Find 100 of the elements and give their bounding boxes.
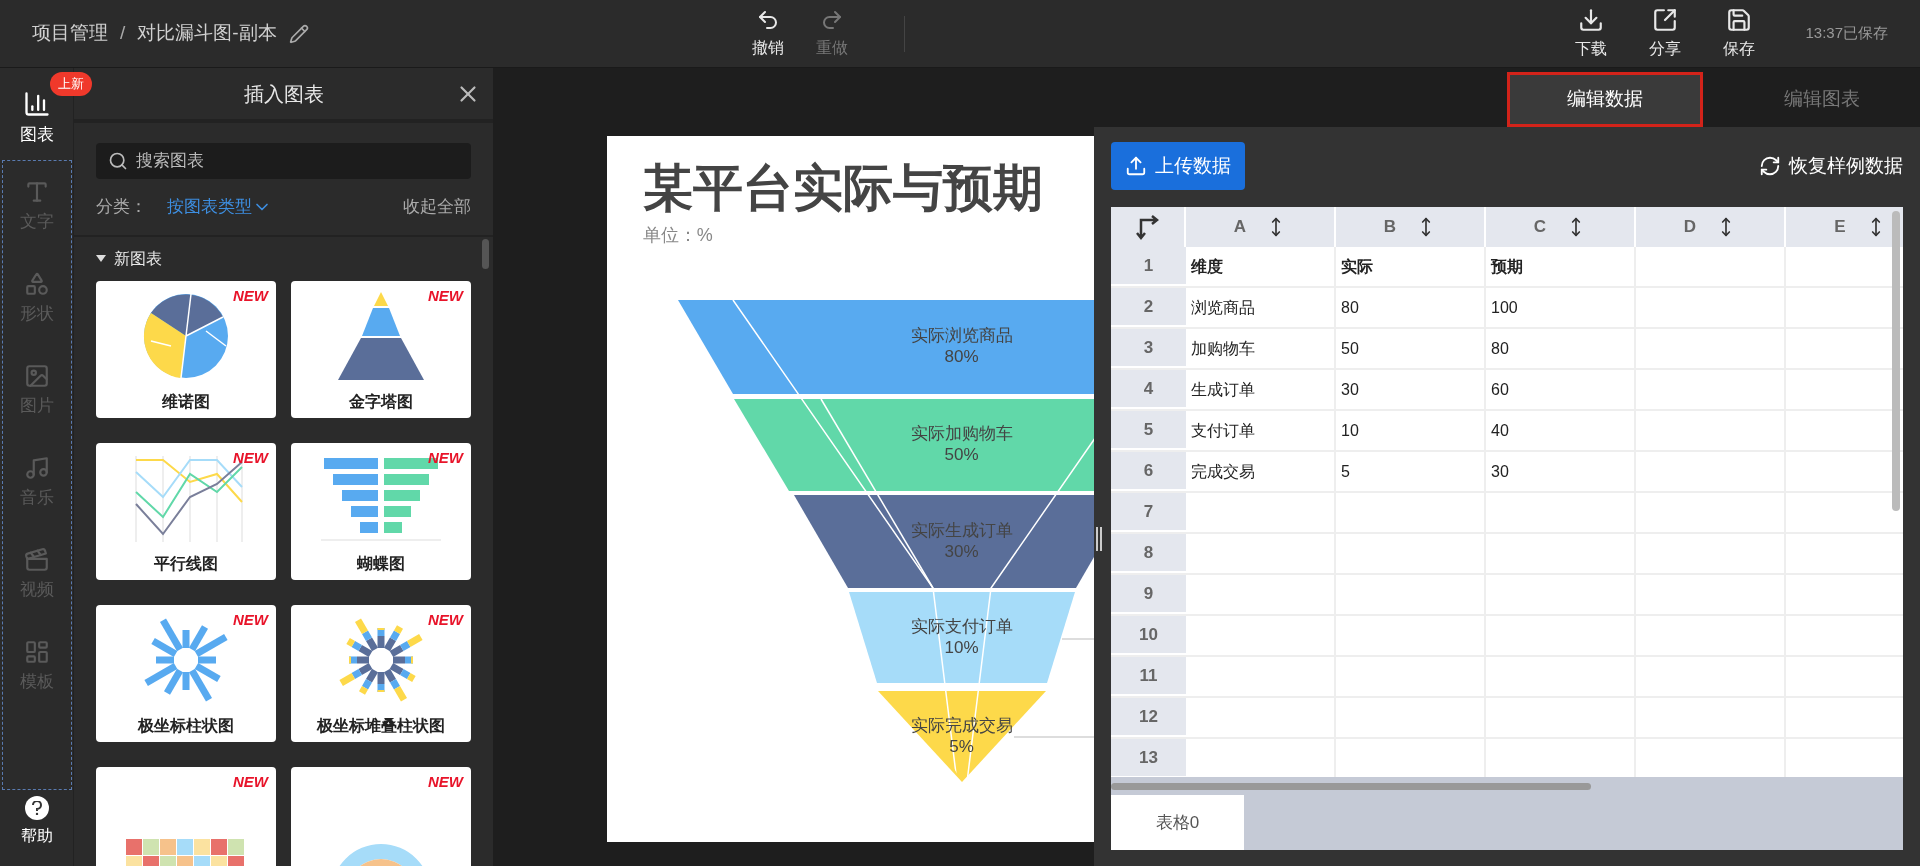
- undo-button[interactable]: 撤销: [752, 7, 784, 60]
- help-icon: [24, 796, 49, 820]
- leader-line: [1061, 638, 1094, 640]
- funnel-value: 30%: [944, 540, 979, 562]
- row-number: 11: [1111, 657, 1186, 696]
- upload-button[interactable]: 上传数据: [1111, 142, 1245, 190]
- table-cell-text: 100: [1491, 297, 1518, 318]
- breadcrumb-separator: /: [120, 21, 126, 46]
- card-title: 平行线图: [154, 554, 218, 574]
- table-cell-text: 预期: [1491, 256, 1523, 277]
- search-input[interactable]: 搜索图表: [136, 148, 459, 174]
- column-header: E: [1834, 216, 1846, 239]
- row-number: 1: [1111, 247, 1186, 286]
- table-cell-text: 支付订单: [1191, 420, 1255, 441]
- chart-card[interactable]: NEW: [291, 767, 471, 866]
- new-label: NEW: [428, 448, 463, 468]
- shapes-icon: [23, 271, 50, 297]
- scrollbar-thumb[interactable]: [482, 239, 489, 269]
- row-number: 9: [1111, 575, 1186, 614]
- save-button[interactable]: 保存: [1723, 6, 1756, 61]
- table-cell-text: 80: [1491, 338, 1509, 359]
- share-icon: [1652, 6, 1679, 33]
- row-number: 4: [1111, 370, 1186, 409]
- row-number: 5: [1111, 411, 1186, 450]
- row-number: 8: [1111, 534, 1186, 573]
- column-header: D: [1683, 216, 1697, 239]
- row-number: 2: [1111, 288, 1186, 327]
- caret-icon: [96, 255, 106, 263]
- column-header: B: [1383, 216, 1397, 239]
- table-cell-text: 完成交易: [1191, 461, 1255, 482]
- new-label: NEW: [428, 772, 463, 792]
- refresh-icon: [1759, 155, 1781, 177]
- search-icon: [108, 151, 128, 171]
- funnel-value: 80%: [944, 346, 979, 367]
- new-label: NEW: [233, 448, 268, 468]
- category-label: 分类：: [96, 196, 147, 219]
- funnel-label: 实际生成订单: [910, 519, 1013, 541]
- bar-chart-icon: [22, 90, 51, 118]
- funnel-value: 10%: [944, 636, 979, 658]
- image-icon: [23, 363, 50, 389]
- funnel-label: 实际浏览商品: [910, 325, 1013, 346]
- new-badge: 上新: [50, 72, 92, 96]
- chart-card[interactable]: NEW 平行线图: [96, 443, 276, 580]
- music-note-icon: [23, 455, 50, 481]
- column-header: C: [1533, 216, 1547, 239]
- table-cell-text: 加购物车: [1191, 338, 1255, 359]
- new-label: NEW: [428, 610, 463, 630]
- row-number: 13: [1111, 739, 1186, 777]
- edit-icon[interactable]: [288, 23, 309, 44]
- resize-handle-icon: [1096, 527, 1102, 551]
- download-icon: [1578, 6, 1605, 33]
- panel-title: 插入图表: [243, 81, 324, 107]
- table-cell-text: 30: [1491, 461, 1509, 482]
- new-label: NEW: [233, 610, 268, 630]
- row-number: 10: [1111, 616, 1186, 655]
- sheet-tab[interactable]: 表格0: [1111, 795, 1244, 850]
- transpose-icon: [1134, 214, 1161, 240]
- table-cell-text: 40: [1491, 420, 1509, 441]
- table-cell-text: 5: [1341, 461, 1350, 482]
- chart-card[interactable]: NEW 蝴蝶图: [291, 443, 471, 580]
- search-field[interactable]: 搜索图表: [96, 143, 471, 179]
- table-cell-text: 80: [1341, 297, 1359, 318]
- card-title: 蝴蝶图: [357, 554, 405, 574]
- funnel-label: 实际支付订单: [910, 615, 1013, 637]
- download-button[interactable]: 下载: [1575, 6, 1608, 61]
- chart-card[interactable]: NEW: [96, 767, 276, 866]
- funnel-value: 50%: [944, 444, 979, 465]
- help-button[interactable]: 帮助: [20, 796, 53, 848]
- new-label: NEW: [428, 286, 463, 306]
- upload-icon: [1125, 155, 1147, 177]
- breadcrumb-link[interactable]: 项目管理: [32, 19, 108, 48]
- table-cell-text: 浏览商品: [1191, 297, 1255, 318]
- video-icon: [23, 547, 50, 573]
- table-cell-text: 实际: [1341, 256, 1373, 277]
- restore-sample-button[interactable]: 恢复样例数据: [1759, 151, 1903, 181]
- chart-card[interactable]: NEW 极坐标堆叠柱状图: [291, 605, 471, 742]
- card-title: 极坐标堆叠柱状图: [317, 716, 445, 736]
- scrollbar-thumb[interactable]: [1111, 782, 1591, 790]
- category-dropdown[interactable]: 按图表类型: [167, 194, 272, 220]
- collapse-all-link[interactable]: 收起全部: [403, 194, 471, 220]
- card-title: 维诺图: [162, 392, 210, 412]
- chart-card[interactable]: NEW 极坐标柱状图: [96, 605, 276, 742]
- new-label: NEW: [233, 286, 268, 306]
- editor-tab[interactable]: 编辑图表: [1723, 72, 1920, 127]
- editor-tab[interactable]: 编辑数据: [1506, 72, 1704, 127]
- table-cell-text: 30: [1341, 379, 1359, 400]
- chart-title: 某平台实际与预期: [642, 159, 1044, 218]
- card-title: 金字塔图: [349, 392, 413, 412]
- scrollbar-thumb[interactable]: [1892, 211, 1900, 511]
- row-number: 3: [1111, 329, 1186, 368]
- chart-card[interactable]: NEW 金字塔图: [291, 281, 471, 418]
- unit-label: 单位：%: [642, 224, 714, 247]
- section-header[interactable]: 新图表: [96, 237, 162, 281]
- column-header: A: [1233, 216, 1247, 239]
- share-button[interactable]: 分享: [1649, 6, 1682, 61]
- new-label: NEW: [233, 772, 268, 792]
- table-cell-text: 维度: [1191, 256, 1223, 277]
- table-cell-text: 60: [1491, 379, 1509, 400]
- save-icon: [1726, 6, 1753, 33]
- chart-card[interactable]: NEW 维诺图: [96, 281, 276, 418]
